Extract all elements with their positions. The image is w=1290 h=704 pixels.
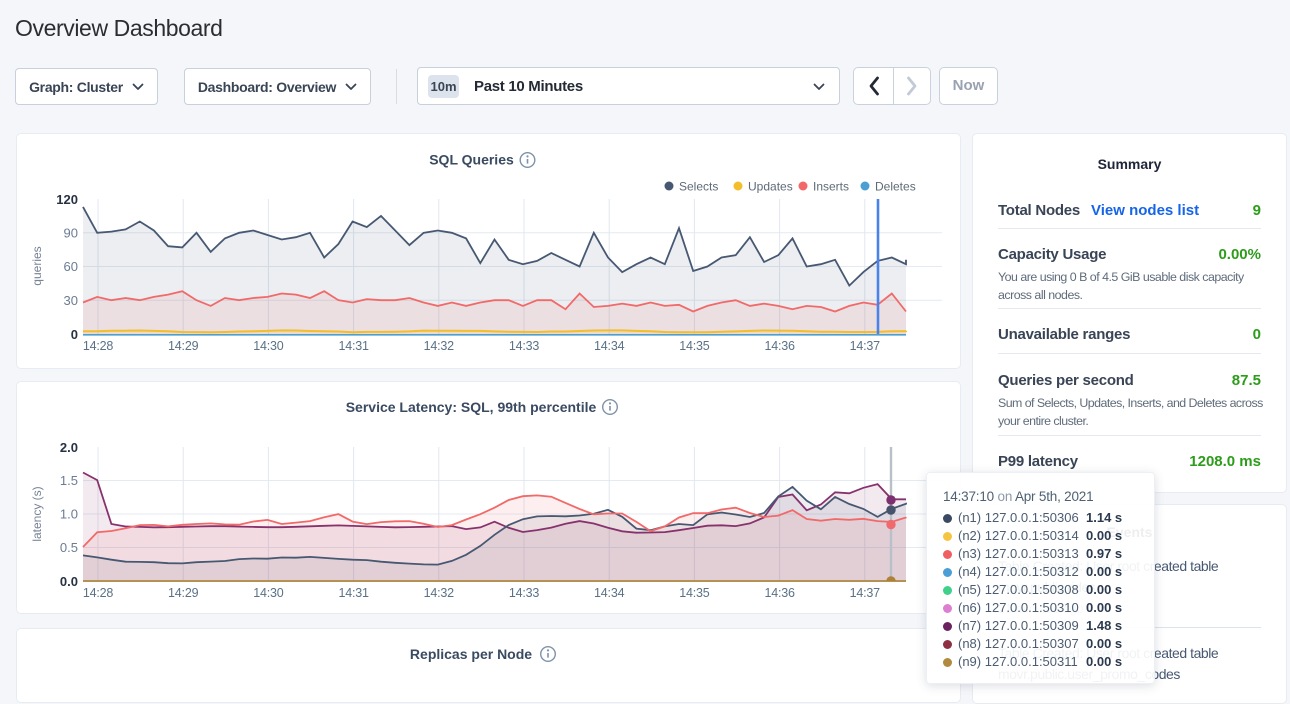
svg-text:Deletes: Deletes — [875, 180, 916, 194]
svg-text:120: 120 — [56, 192, 78, 207]
svg-text:14:30: 14:30 — [253, 586, 284, 600]
svg-text:SQL Queries: SQL Queries — [429, 152, 514, 168]
svg-text:14:36: 14:36 — [764, 339, 795, 353]
svg-text:14:34: 14:34 — [594, 339, 625, 353]
svg-text:14:32: 14:32 — [424, 586, 455, 600]
svg-text:14:35: 14:35 — [679, 586, 710, 600]
svg-text:14:37: 14:37 — [850, 339, 881, 353]
svg-text:Selects: Selects — [679, 180, 718, 194]
svg-text:90: 90 — [64, 226, 78, 241]
svg-text:1.5: 1.5 — [60, 473, 78, 488]
svg-text:14:30: 14:30 — [253, 339, 284, 353]
svg-text:14:28: 14:28 — [83, 339, 114, 353]
svg-text:latency (s): latency (s) — [30, 486, 44, 541]
svg-text:0: 0 — [71, 327, 78, 342]
svg-text:14:36: 14:36 — [764, 586, 795, 600]
svg-text:14:29: 14:29 — [168, 586, 199, 600]
svg-text:14:31: 14:31 — [338, 586, 369, 600]
svg-text:14:32: 14:32 — [424, 339, 455, 353]
svg-text:14:33: 14:33 — [509, 586, 540, 600]
svg-text:Service Latency: SQL, 99th per: Service Latency: SQL, 99th percentile — [346, 399, 597, 415]
svg-text:14:34: 14:34 — [594, 586, 625, 600]
svg-text:60: 60 — [64, 259, 78, 274]
svg-text:0.0: 0.0 — [60, 574, 78, 589]
svg-text:Updates: Updates — [748, 180, 793, 194]
svg-text:queries: queries — [30, 246, 44, 285]
svg-text:2.0: 2.0 — [60, 440, 78, 455]
svg-text:14:33: 14:33 — [509, 339, 540, 353]
svg-text:0.5: 0.5 — [60, 540, 78, 555]
svg-text:14:28: 14:28 — [83, 586, 114, 600]
svg-text:1.0: 1.0 — [60, 507, 78, 522]
svg-text:14:29: 14:29 — [168, 339, 199, 353]
svg-text:30: 30 — [64, 293, 78, 308]
svg-text:14:37: 14:37 — [850, 586, 881, 600]
svg-text:14:31: 14:31 — [338, 339, 369, 353]
svg-text:14:35: 14:35 — [679, 339, 710, 353]
svg-text:Inserts: Inserts — [813, 180, 849, 194]
svg-text:Replicas per Node: Replicas per Node — [410, 646, 532, 662]
